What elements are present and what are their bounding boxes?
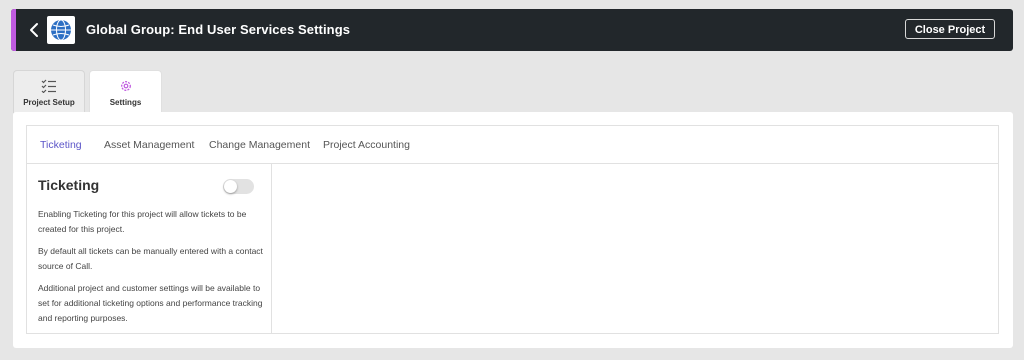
settings-subtabs: Ticketing Asset Management Change Manage…: [27, 126, 998, 164]
page-title: Global Group: End User Services Settings: [86, 22, 351, 37]
globe-logo: [47, 16, 75, 44]
settings-card: Ticketing Asset Management Change Manage…: [26, 125, 999, 334]
tab-project-setup[interactable]: Project Setup: [13, 70, 85, 113]
close-project-button[interactable]: Close Project: [905, 19, 995, 39]
ticketing-title: Ticketing: [38, 177, 100, 193]
subtab-project-accounting[interactable]: Project Accounting: [323, 139, 410, 151]
subtab-ticketing[interactable]: Ticketing: [40, 139, 82, 151]
tab-settings[interactable]: Settings: [89, 70, 162, 115]
project-header: Global Group: End User Services Settings…: [11, 9, 1013, 51]
subtab-asset-management[interactable]: Asset Management: [104, 139, 194, 151]
checklist-icon: [41, 79, 57, 98]
header-accent-bar: [11, 9, 16, 51]
ticketing-description-1: Enabling Ticketing for this project will…: [38, 209, 247, 234]
gear-icon: [119, 79, 133, 98]
subtab-change-management[interactable]: Change Management: [209, 139, 310, 151]
ticketing-toggle[interactable]: [223, 179, 254, 194]
tab-project-setup-label: Project Setup: [23, 98, 75, 107]
ticketing-section: Ticketing Enabling Ticketing for this pr…: [27, 163, 272, 333]
ticketing-description-3: Additional project and customer settings…: [38, 283, 263, 323]
toggle-knob: [224, 180, 237, 193]
settings-panel: Ticketing Asset Management Change Manage…: [13, 112, 1013, 348]
chevron-left-icon[interactable]: [27, 20, 43, 40]
ticketing-description-2: By default all tickets can be manually e…: [38, 246, 263, 271]
tab-settings-label: Settings: [109, 98, 142, 107]
